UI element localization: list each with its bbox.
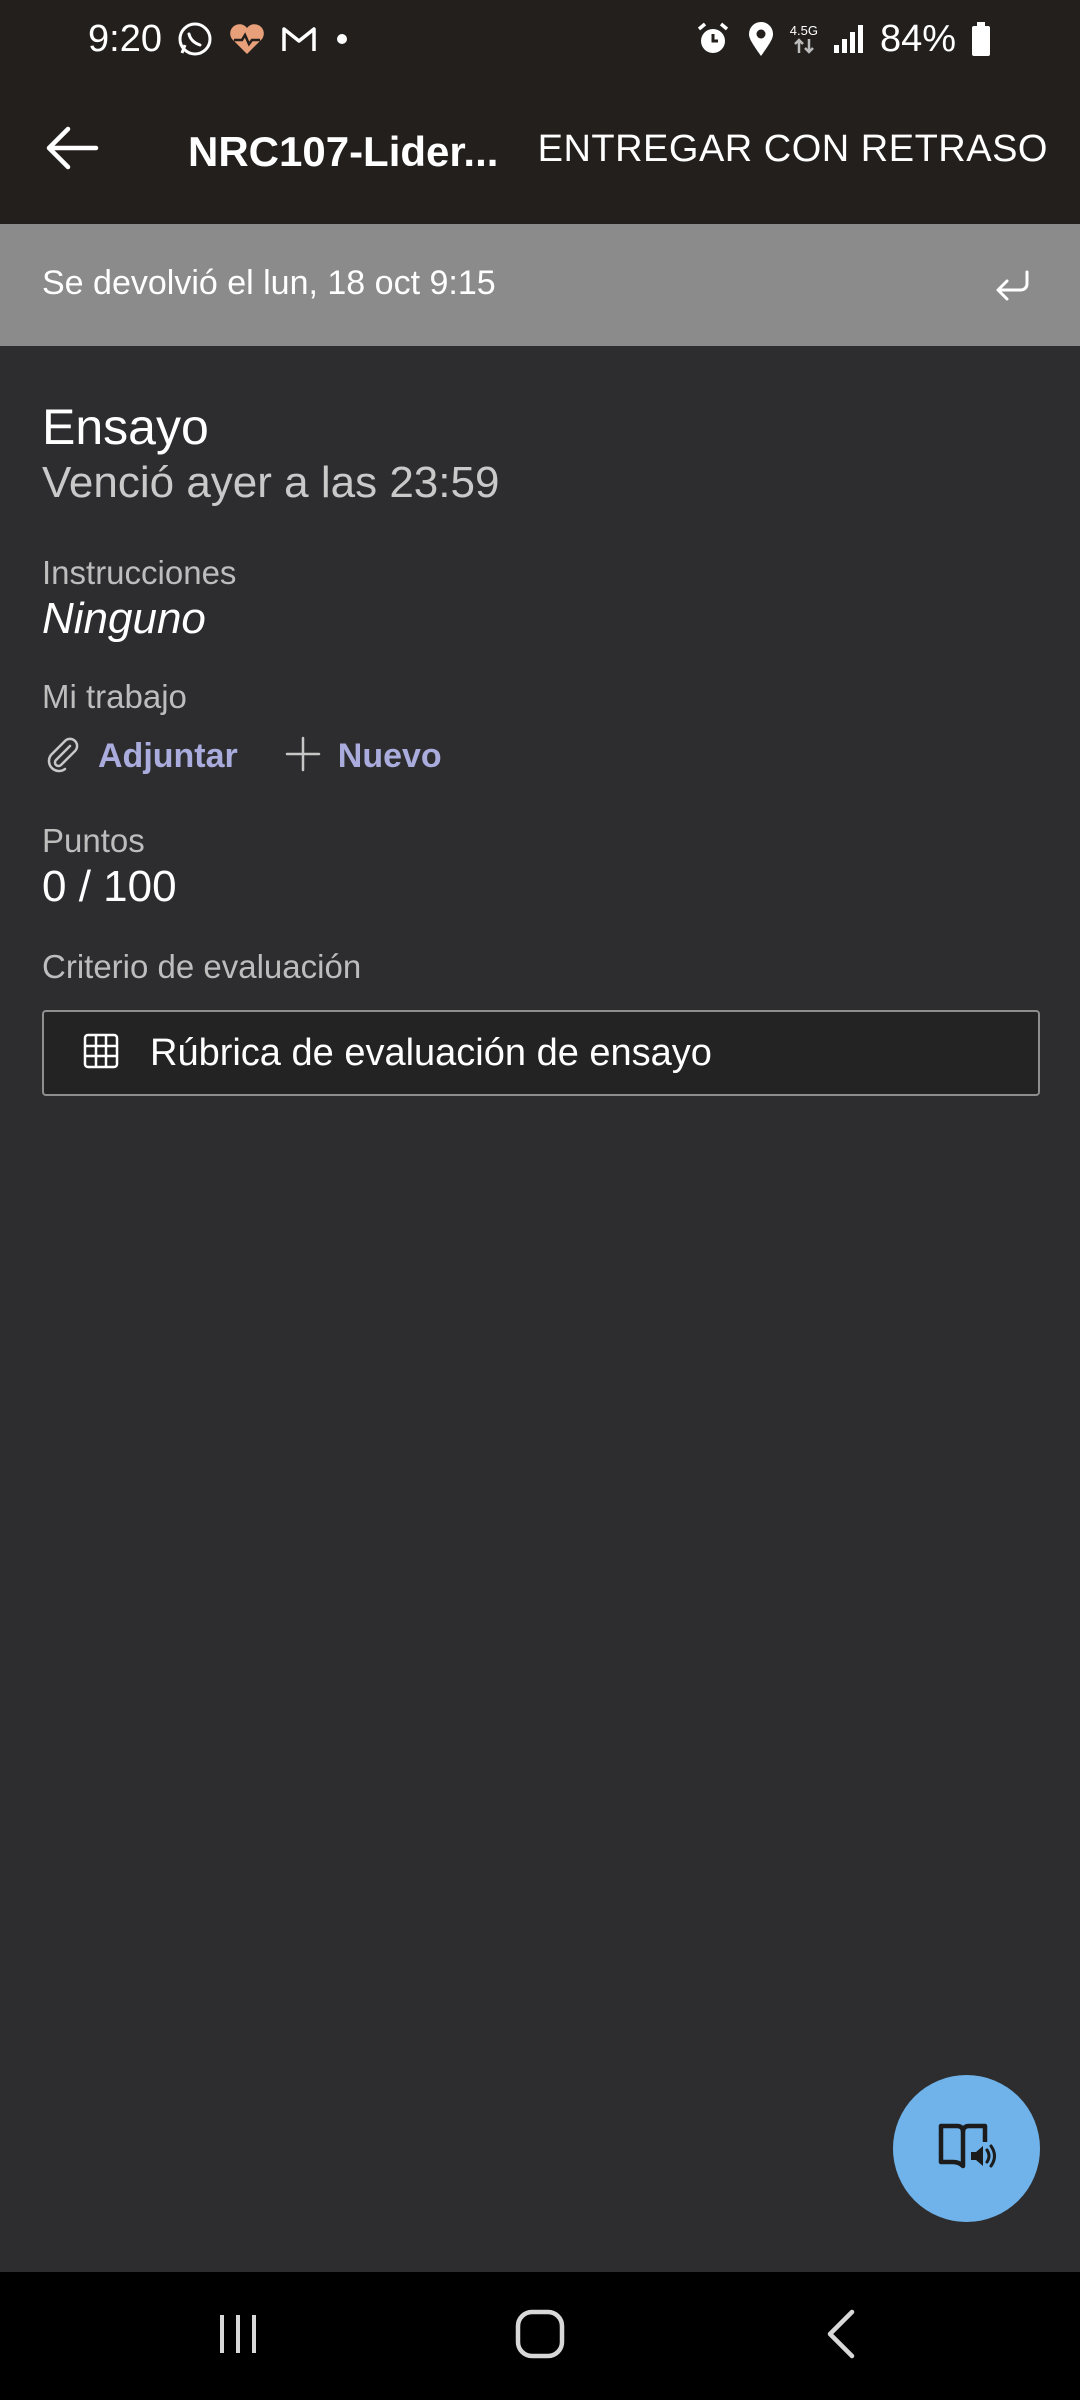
arrow-left-icon [44,124,100,177]
dot-icon [332,29,352,49]
due-date: Venció ayer a las 23:59 [42,458,500,507]
chevron-left-icon [822,2308,862,2365]
battery-percent: 84% [879,17,956,60]
paperclip-icon [42,734,82,779]
attach-label: Adjuntar [98,737,238,775]
back-nav-button[interactable] [802,2300,882,2372]
status-right: 4.5G 84% [694,18,992,61]
return-icon [988,260,1038,310]
immersive-reader-button[interactable] [893,2075,1040,2222]
points-value: 0 / 100 [42,862,177,911]
returned-banner: Se devolvió el lun, 18 oct 9:15 [0,224,1080,346]
rubric-label: Rúbrica de evaluación de ensayo [150,1031,712,1074]
status-bar: 9:20 4.5G 84% [0,0,1080,78]
health-icon [228,21,266,57]
assignment-title: Ensayo [42,399,209,455]
turn-in-late-button[interactable]: ENTREGAR CON RETRASO [538,128,1048,171]
gmail-icon [280,24,318,54]
home-icon [514,2308,566,2365]
immersive-reader-icon [935,2118,999,2179]
signal-icon [832,23,866,55]
work-actions: Adjuntar Nuevo [42,734,488,779]
network-type: 4.5G [789,22,818,38]
system-nav-bar [0,2272,1080,2400]
whatsapp-icon [176,20,214,58]
home-button[interactable] [500,2300,580,2372]
grid-icon [82,1032,120,1075]
returned-status-text: Se devolvió el lun, 18 oct 9:15 [42,264,496,302]
new-button[interactable]: Nuevo [284,735,442,778]
my-work-label: Mi trabajo [42,678,187,715]
recents-button[interactable] [198,2300,278,2372]
instructions-value: Ninguno [42,594,206,643]
location-icon [746,20,776,58]
instructions-label: Instrucciones [42,554,237,591]
battery-icon [970,21,992,57]
points-label: Puntos [42,822,145,859]
status-left: 9:20 [88,18,352,61]
back-button[interactable] [40,118,104,182]
attach-button[interactable]: Adjuntar [42,734,238,779]
page-title: NRC107-Lider... [188,128,499,175]
status-time: 9:20 [88,17,162,60]
new-label: Nuevo [337,737,442,775]
criteria-label: Criterio de evaluación [42,948,362,985]
app-bar: NRC107-Lider... ENTREGAR CON RETRASO [0,78,1080,224]
alarm-icon [694,20,732,58]
rubric-button[interactable]: Rúbrica de evaluación de ensayo [42,1010,1040,1096]
recents-icon [213,2312,263,2361]
network-icon: 4.5G [790,24,818,55]
plus-icon [284,735,322,778]
